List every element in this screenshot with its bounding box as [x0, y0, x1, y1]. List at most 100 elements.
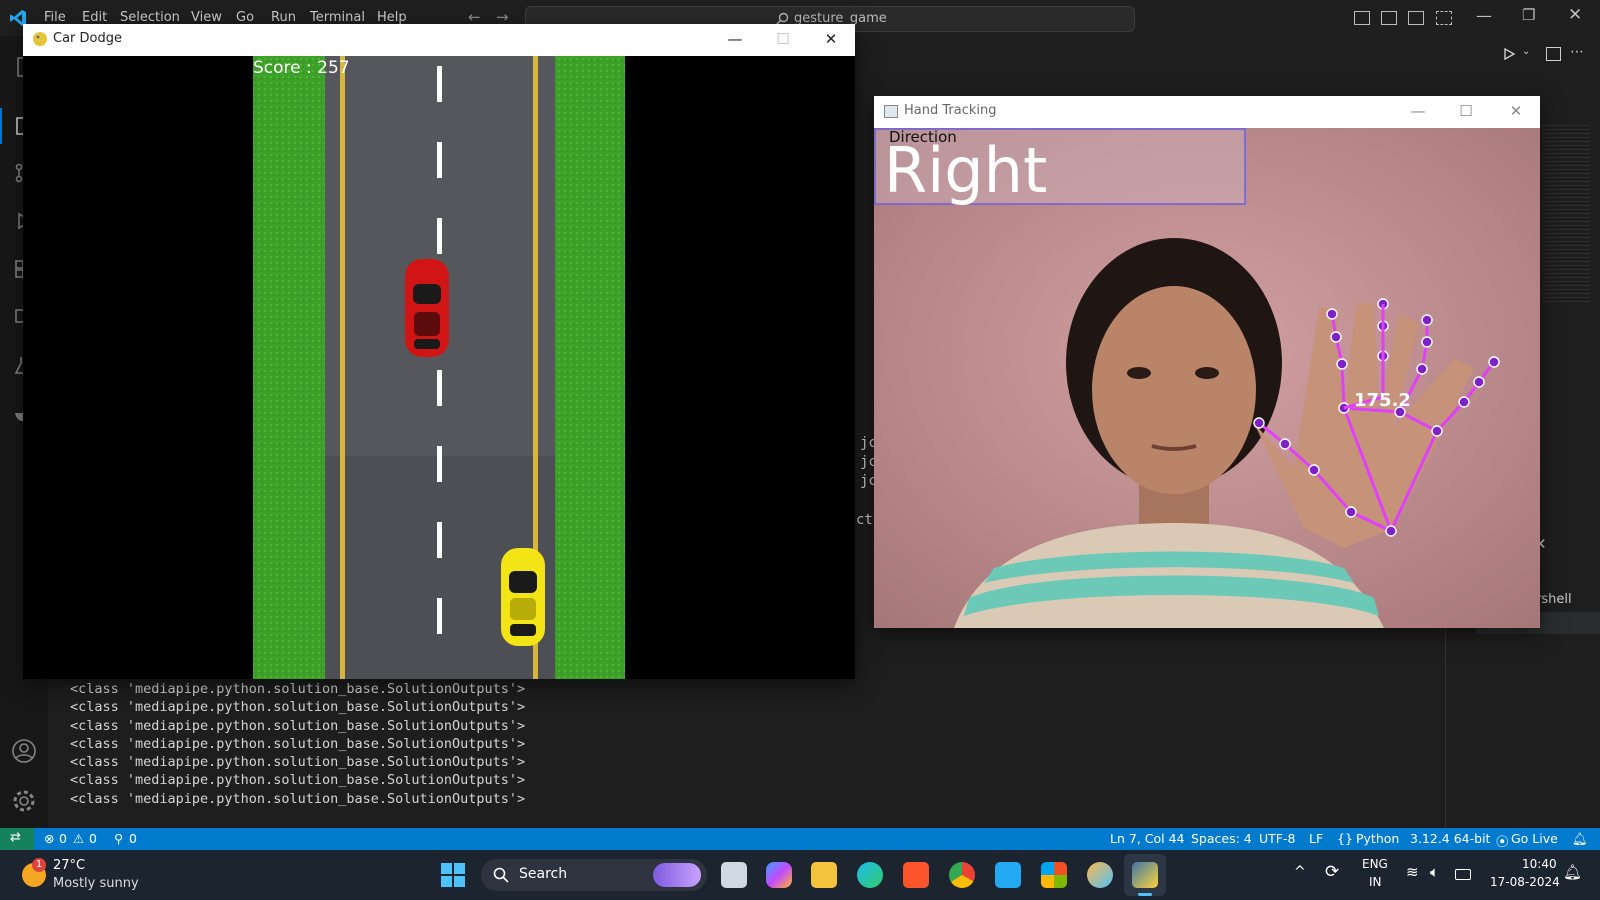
edge-browser-icon[interactable] — [857, 862, 883, 888]
task-view-icon[interactable] — [721, 862, 747, 888]
toggle-secondary-sidebar-icon[interactable] — [1408, 11, 1424, 25]
hand-tracking-window: Hand Tracking — ☐ ✕ Direction Right 175.… — [874, 96, 1540, 628]
maximize-button[interactable]: ☐ — [1454, 100, 1478, 122]
car-dodge-titlebar[interactable]: Car Dodge — ☐ ✕ — [23, 24, 855, 54]
split-editor-icon[interactable] — [1546, 47, 1561, 61]
run-dropdown-chevron-icon[interactable]: ⌄ — [1522, 46, 1530, 57]
minimize-button[interactable]: — — [723, 28, 747, 50]
terminal-line: <class 'mediapipe.python.solution_base.S… — [70, 735, 526, 752]
menu-help[interactable]: Help — [377, 10, 407, 25]
game-canvas[interactable]: Score : 257 — [23, 56, 855, 679]
hand-tracking-titlebar[interactable]: Hand Tracking — ☐ ✕ — [874, 96, 1540, 126]
minimize-button[interactable]: — — [1406, 100, 1430, 122]
toggle-panel-icon[interactable] — [1381, 11, 1397, 25]
errors-count[interactable]: 0 — [59, 831, 67, 846]
windows-taskbar: 1 27°C Mostly sunny Search ^ ⟳ ENG IN ≋ … — [0, 850, 1600, 900]
vscode-taskbar-icon[interactable] — [995, 862, 1021, 888]
notifications-bell-icon[interactable]: 🔔︎ — [1572, 831, 1588, 847]
menu-selection[interactable]: Selection — [120, 10, 180, 25]
menu-view[interactable]: View — [191, 10, 222, 25]
sync-icon[interactable]: ⟳ — [1325, 862, 1339, 882]
menu-file[interactable]: File — [44, 10, 66, 25]
weather-temp[interactable]: 27°C — [53, 858, 85, 873]
close-icon[interactable]: ✕ — [1568, 5, 1582, 25]
line-endings[interactable]: LF — [1309, 831, 1323, 846]
pygame-snake-icon — [33, 32, 47, 46]
close-button[interactable]: ✕ — [819, 28, 843, 50]
webcam-feed: Direction Right 175.2 — [874, 128, 1540, 628]
warnings-icon: ⚠ — [73, 831, 85, 846]
errors-icon: ⊗ — [44, 831, 55, 846]
terminal-line: <class 'mediapipe.python.solution_base.S… — [70, 717, 526, 734]
toggle-primary-sidebar-icon[interactable] — [1354, 11, 1370, 25]
language-bottom[interactable]: IN — [1369, 875, 1382, 889]
language-braces-icon: {} — [1337, 831, 1353, 846]
car-dodge-window: Car Dodge — ☐ ✕ Score: 257 — [23, 24, 855, 679]
terminal-line: <class 'mediapipe.python.solution_base.S… — [70, 772, 526, 789]
chrome-browser-icon[interactable] — [949, 862, 975, 888]
ports-count[interactable]: 0 — [129, 831, 137, 846]
python-interpreter[interactable]: 3.12.4 64-bit — [1410, 831, 1490, 846]
menu-edit[interactable]: Edit — [82, 10, 107, 25]
notification-center-bell-icon[interactable]: 🔔︎ — [1563, 863, 1582, 881]
manage-gear-icon[interactable] — [11, 788, 37, 814]
weather-desc[interactable]: Mostly sunny — [53, 876, 139, 891]
windows-start-icon[interactable] — [441, 863, 465, 887]
more-actions-icon[interactable]: ⋯ — [1570, 44, 1584, 60]
close-button[interactable]: ✕ — [1504, 100, 1528, 122]
go-live-icon: ⦿ — [1496, 834, 1509, 849]
file-explorer-icon[interactable] — [811, 862, 837, 888]
battery-icon[interactable] — [1455, 869, 1471, 880]
red-enemy-car — [405, 259, 449, 357]
copilot-icon[interactable] — [766, 862, 792, 888]
person-face — [1092, 286, 1256, 494]
search-highlight-image — [653, 863, 701, 887]
menu-run[interactable]: Run — [271, 10, 296, 25]
terminal-line: <class 'mediapipe.python.solution_base.S… — [70, 754, 526, 771]
indentation[interactable]: Spaces: 4 — [1191, 831, 1252, 846]
status-bar: ⇄ ⊗ 0 ⚠ 0 ⚲ 0 Ln 7, Col 44 Spaces: 4 UTF… — [0, 828, 1600, 850]
encoding[interactable]: UTF-8 — [1259, 831, 1295, 846]
python-active-app-highlight[interactable] — [1124, 854, 1166, 896]
remote-icon: ⇄ — [10, 830, 21, 845]
yellow-player-car — [501, 548, 545, 646]
cursor-position[interactable]: Ln 7, Col 44 — [1110, 831, 1185, 846]
wifi-icon[interactable]: ≋ — [1406, 863, 1419, 881]
opencv-window-icon — [884, 105, 898, 118]
minimize-icon[interactable]: — — [1476, 6, 1492, 25]
restore-icon[interactable]: ❐ — [1522, 6, 1535, 24]
window-title: Car Dodge — [53, 31, 122, 46]
editor-partial-text: ct — [856, 512, 873, 528]
road-scene — [253, 56, 625, 679]
run-python-file-icon[interactable] — [1502, 47, 1516, 61]
warnings-count[interactable]: 0 — [89, 831, 97, 846]
menu-go[interactable]: Go — [236, 10, 254, 25]
terminal-shell-tab[interactable]: rshell — [1536, 592, 1572, 607]
clock-date[interactable]: 17-08-2024 — [1490, 875, 1560, 889]
microsoft-store-icon[interactable] — [1041, 862, 1067, 888]
app-icon[interactable] — [1087, 862, 1113, 888]
score-label: Score : 257 — [253, 58, 350, 78]
clock-time[interactable]: 10:40 — [1522, 857, 1557, 871]
language-mode[interactable]: Python — [1356, 831, 1399, 846]
window-title: Hand Tracking — [904, 103, 997, 118]
terminal-line: <class 'mediapipe.python.solution_base.S… — [70, 790, 526, 807]
language-top[interactable]: ENG — [1362, 857, 1388, 871]
search-icon — [493, 867, 509, 883]
direction-value: Right — [884, 134, 1048, 207]
menu-terminal[interactable]: Terminal — [310, 10, 365, 25]
brave-browser-icon[interactable] — [903, 862, 929, 888]
terminal-output: <class 'mediapipe.python.solution_base.S… — [70, 680, 525, 808]
remote-indicator[interactable]: ⇄ — [0, 828, 34, 850]
go-live-button[interactable]: Go Live — [1511, 831, 1558, 846]
volume-icon[interactable]: 🔈︎ — [1430, 863, 1439, 881]
terminal-line: <class 'mediapipe.python.solution_base.S… — [70, 699, 526, 716]
customize-layout-icon[interactable] — [1436, 11, 1452, 25]
tray-overflow-chevron-icon[interactable]: ^ — [1294, 864, 1306, 880]
weather-badge: 1 — [32, 858, 46, 872]
taskbar-search-box[interactable]: Search — [481, 859, 707, 891]
accounts-icon[interactable] — [11, 738, 37, 764]
minimap[interactable] — [1542, 122, 1590, 302]
maximize-button[interactable]: ☐ — [771, 28, 795, 50]
search-label: Search — [519, 866, 568, 882]
